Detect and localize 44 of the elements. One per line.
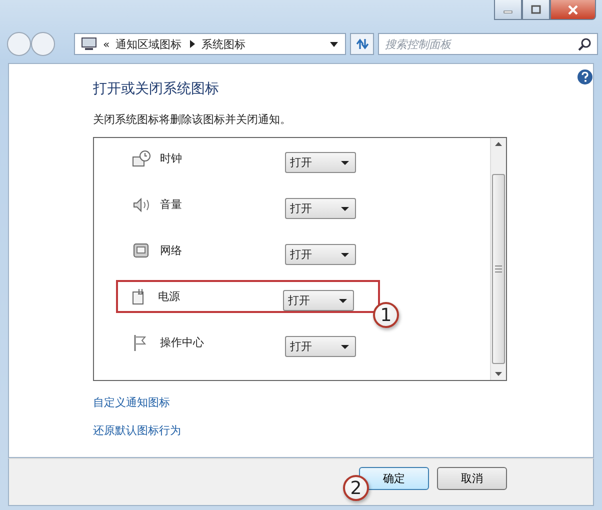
caret-icon bbox=[341, 160, 349, 166]
address-bar[interactable]: « 通知区域图标 系统图标 bbox=[74, 33, 346, 55]
behavior-dropdown[interactable]: 打开 bbox=[285, 244, 356, 265]
icon-label: 网络 bbox=[160, 243, 183, 258]
ok-button[interactable]: 确定 bbox=[359, 467, 429, 490]
cancel-button[interactable]: 取消 bbox=[437, 467, 507, 490]
icon-label: 操作中心 bbox=[160, 335, 205, 350]
behavior-dropdown[interactable]: 打开 bbox=[285, 336, 356, 357]
icon-label: 音量 bbox=[160, 197, 183, 212]
close-icon bbox=[567, 4, 579, 14]
behavior-dropdown[interactable]: 打开 bbox=[285, 198, 356, 219]
help-icon[interactable] bbox=[577, 69, 593, 85]
breadcrumb-item[interactable]: 系统图标 bbox=[202, 36, 246, 52]
caret-icon bbox=[341, 252, 349, 258]
icon-label: 时钟 bbox=[160, 151, 183, 166]
arrows-icon bbox=[354, 37, 370, 51]
icon-label: 电源 bbox=[158, 289, 181, 304]
link[interactable]: 还原默认图标行为 bbox=[93, 423, 181, 438]
page-title: 打开或关闭系统图标 bbox=[93, 80, 220, 98]
computer-icon bbox=[81, 37, 97, 51]
scrollbar[interactable] bbox=[490, 138, 506, 380]
description-text: 关闭系统图标将删除该图标并关闭通知。 bbox=[93, 112, 292, 127]
link[interactable]: 自定义通知图标 bbox=[93, 395, 170, 410]
callout-badge: 2 bbox=[343, 475, 369, 501]
maximize-icon bbox=[530, 4, 542, 14]
breadcrumb-item[interactable]: 通知区域图标 bbox=[116, 36, 182, 52]
callout-badge: 1 bbox=[373, 302, 399, 328]
clock-icon bbox=[132, 150, 152, 168]
search-field[interactable]: 搜索控制面板 bbox=[378, 33, 598, 55]
minimize-button[interactable] bbox=[494, 0, 522, 20]
breadcrumb-arrow-icon[interactable] bbox=[188, 39, 196, 49]
grip-icon bbox=[495, 265, 502, 273]
caret-icon bbox=[341, 206, 349, 212]
refresh-button[interactable] bbox=[350, 33, 374, 55]
behavior-dropdown[interactable]: 打开 bbox=[283, 290, 354, 311]
maximize-button[interactable] bbox=[522, 0, 550, 20]
caret-icon bbox=[339, 298, 347, 304]
search-icon[interactable] bbox=[578, 37, 592, 51]
close-button[interactable] bbox=[550, 0, 596, 20]
overflow-chevron[interactable]: « bbox=[103, 38, 110, 50]
dropdown-arrow-icon[interactable] bbox=[329, 40, 339, 48]
behavior-dropdown[interactable]: 打开 bbox=[285, 152, 356, 173]
speaker-icon bbox=[132, 196, 152, 214]
caret-icon bbox=[341, 344, 349, 350]
